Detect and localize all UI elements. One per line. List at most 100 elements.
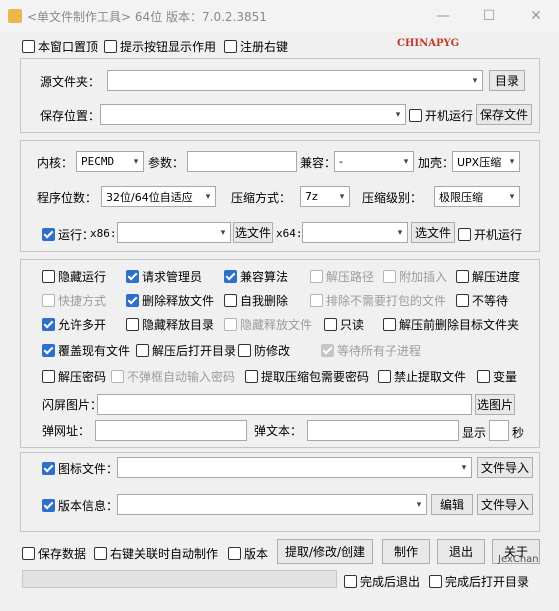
core-combo[interactable]: PECMD ▾ — [76, 151, 144, 172]
bits-label: 程序位数： — [37, 191, 98, 205]
x86-select-file-button[interactable]: 选文件 — [233, 222, 273, 243]
save-location-combo[interactable]: ▾ — [100, 104, 406, 125]
option-hide-release-file[interactable]: 隐藏释放文件 — [224, 316, 312, 333]
option-hide-run[interactable]: 隐藏运行 — [42, 268, 106, 285]
splash-input[interactable] — [97, 394, 472, 415]
compress-method-combo[interactable]: 7z ▾ — [300, 186, 350, 207]
option-extract-path[interactable]: 解压路径 — [310, 268, 374, 285]
source-folder-combo[interactable]: ▾ — [107, 70, 483, 91]
option-self-delete[interactable]: 自我删除 — [224, 292, 288, 309]
popup-url-label: 弹网址： — [42, 424, 91, 438]
window-title: <单文件制作工具> 64位 版本：7.0.2.3851 — [27, 10, 267, 24]
watermark-label: JexChan — [498, 554, 539, 565]
version-info-checkbox[interactable]: 版本信息： — [42, 497, 118, 514]
shell-combo[interactable]: UPX压缩 ▾ — [452, 151, 520, 172]
option-hide-release-dir[interactable]: 隐藏释放目录 — [126, 316, 214, 333]
compress-method-label: 压缩方式： — [231, 191, 292, 205]
chevron-down-icon: ▾ — [395, 109, 401, 120]
chevron-down-icon: ▾ — [461, 462, 467, 473]
save-file-button[interactable]: 保存文件 — [476, 104, 532, 125]
show-tips-checkbox[interactable]: 提示按钮显示作用 — [104, 38, 216, 55]
x86-combo[interactable]: ▾ — [117, 222, 231, 243]
make-button[interactable]: 制作 — [382, 539, 430, 564]
option-allow-multiple[interactable]: 允许多开 — [42, 316, 106, 333]
option-delete-released[interactable]: 删除释放文件 — [126, 292, 214, 309]
autostart-checkbox[interactable]: 开机运行 — [409, 107, 473, 124]
x64-label: x64: — [276, 227, 303, 240]
seconds-label: 秒 — [512, 426, 525, 440]
always-on-top-checkbox[interactable]: 本窗口置顶 — [22, 38, 98, 55]
splash-label: 闪屏图片： — [42, 398, 103, 412]
option-tamper-proof[interactable]: 防修改 — [238, 342, 290, 359]
popup-text-input[interactable] — [307, 420, 459, 441]
save-location-label: 保存位置： — [40, 109, 101, 123]
run-checkbox[interactable]: 运行： — [42, 226, 94, 243]
edit-button[interactable]: 编辑 — [431, 494, 473, 515]
option-compat-algorithm[interactable]: 兼容算法 — [224, 268, 288, 285]
option-request-admin[interactable]: 请求管理员 — [126, 268, 202, 285]
icon-file-combo[interactable]: ▾ — [117, 457, 472, 478]
save-data-checkbox[interactable]: 保存数据 — [22, 545, 86, 562]
version-checkbox[interactable]: 版本 — [228, 545, 268, 562]
chevron-down-icon: ▾ — [133, 156, 139, 167]
option-require-password[interactable]: 提取压缩包需要密码 — [245, 368, 369, 385]
option-exclude-files[interactable]: 排除不需要打包的文件 — [310, 292, 446, 309]
bits-combo[interactable]: 32位/64位自适应 ▾ — [101, 186, 216, 207]
x64-combo[interactable]: ▾ — [302, 222, 408, 243]
chevron-down-icon: ▾ — [416, 499, 422, 510]
core-label: 内核： — [37, 156, 74, 170]
chevron-down-icon: ▾ — [509, 191, 515, 202]
option-extract-progress[interactable]: 解压进度 — [456, 268, 520, 285]
x64-select-file-button[interactable]: 选文件 — [411, 222, 455, 243]
minimize-icon[interactable]: — — [420, 0, 466, 32]
chevron-down-icon: ▾ — [339, 191, 345, 202]
chevron-down-icon: ▾ — [472, 75, 478, 86]
display-label: 显示 — [462, 426, 487, 440]
compress-level-combo[interactable]: 极限压缩 ▾ — [434, 186, 520, 207]
progress-bar — [22, 570, 337, 588]
chevron-down-icon: ▾ — [220, 227, 226, 238]
app-icon — [8, 9, 22, 23]
exit-button[interactable]: 退出 — [437, 539, 485, 564]
option-extract-password[interactable]: 解压密码 — [42, 368, 106, 385]
register-context-checkbox[interactable]: 注册右键 — [224, 38, 288, 55]
run-autostart-checkbox[interactable]: 开机运行 — [458, 226, 522, 243]
maximize-icon[interactable]: ☐ — [466, 0, 512, 32]
option-variable[interactable]: 变量 — [477, 368, 517, 385]
option-forbid-extract[interactable]: 禁止提取文件 — [378, 368, 466, 385]
x86-label: x86: — [90, 227, 117, 240]
params-label: 参数： — [148, 156, 185, 170]
shell-label: 加壳： — [418, 156, 455, 170]
version-import-button[interactable]: 文件导入 — [477, 494, 533, 515]
option-overwrite[interactable]: 覆盖现有文件 — [42, 342, 130, 359]
version-info-combo[interactable]: ▾ — [117, 494, 427, 515]
chevron-down-icon: ▾ — [403, 156, 409, 167]
right-click-make-checkbox[interactable]: 右键关联时自动制作 — [94, 545, 218, 562]
option-delete-target-before[interactable]: 解压前删除目标文件夹 — [383, 316, 519, 333]
chevron-down-icon: ▾ — [397, 227, 403, 238]
close-icon[interactable]: ✕ — [513, 0, 559, 32]
icon-import-button[interactable]: 文件导入 — [477, 457, 533, 478]
select-image-button[interactable]: 选图片 — [475, 394, 515, 415]
chevron-down-icon: ▾ — [205, 191, 211, 202]
popup-url-input[interactable] — [95, 420, 247, 441]
icon-file-checkbox[interactable]: 图标文件： — [42, 460, 118, 477]
compat-combo[interactable]: - ▾ — [334, 151, 414, 172]
extract-modify-create-button[interactable]: 提取/修改/创建 — [277, 539, 373, 564]
option-wait-children[interactable]: 等待所有子进程 — [321, 342, 421, 359]
exit-after-checkbox[interactable]: 完成后退出 — [344, 573, 420, 590]
option-open-dir-after[interactable]: 解压后打开目录 — [136, 342, 236, 359]
option-shortcut[interactable]: 快捷方式 — [42, 292, 106, 309]
option-no-wait[interactable]: 不等待 — [456, 292, 508, 309]
option-read-only[interactable]: 只读 — [324, 316, 364, 333]
open-after-checkbox[interactable]: 完成后打开目录 — [429, 573, 529, 590]
dir-button[interactable]: 目录 — [489, 70, 525, 91]
option-auto-password[interactable]: 不弹框自动输入密码 — [111, 368, 235, 385]
brand-label: CHINAPYG — [397, 38, 460, 49]
params-input[interactable] — [187, 151, 297, 172]
compress-level-label: 压缩级别： — [362, 191, 423, 205]
option-attach-insert[interactable]: 附加插入 — [383, 268, 447, 285]
chevron-down-icon: ▾ — [509, 156, 515, 167]
title-bar: <单文件制作工具> 64位 版本：7.0.2.3851 — ☐ ✕ — [0, 0, 559, 32]
display-seconds-input[interactable] — [489, 420, 509, 441]
